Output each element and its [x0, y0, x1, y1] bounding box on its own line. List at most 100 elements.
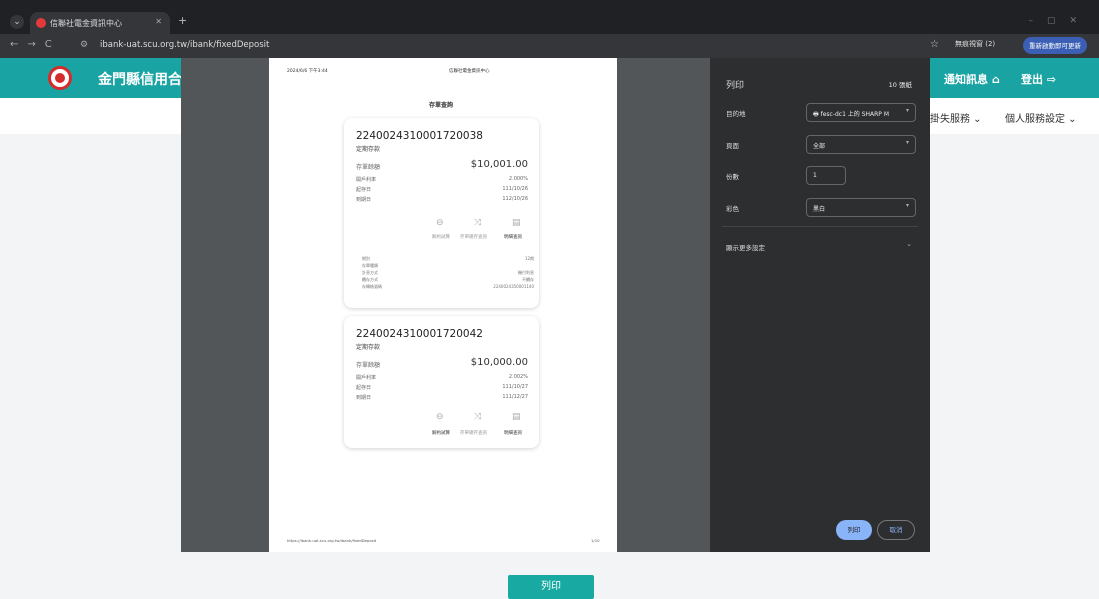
- logout-link[interactable]: 登出 ⇨: [1021, 71, 1056, 87]
- info-value: 111/10/27: [502, 384, 528, 390]
- shuffle-icon[interactable]: ⤨: [474, 412, 481, 422]
- detail-value: 機付利息: [518, 270, 534, 275]
- destination-select[interactable]: 🖶 fesc-dc1 上的 SHARP M ▾: [806, 103, 916, 122]
- destination-label: 目的地: [726, 110, 746, 118]
- info-label: 起存日: [356, 187, 372, 193]
- amount-row: 存單餘額 $10,001.00: [356, 159, 528, 171]
- address-bar: ←→C ⚙ ibank-uat.scu.org.tw/ibank/fixedDe…: [0, 34, 1099, 58]
- color-value: 黑白: [813, 206, 826, 213]
- info-row: 起存日 111/10/26: [356, 186, 528, 193]
- chevron-down-icon[interactable]: ⌄: [906, 240, 912, 248]
- info-value: 112/10/26: [502, 196, 528, 202]
- bookmark-star-icon[interactable]: ☆: [930, 39, 939, 50]
- destination-value: fesc-dc1 上的 SHARP M: [820, 111, 890, 118]
- site-info-icon[interactable]: ⚙: [80, 40, 88, 50]
- info-value: 2.000%: [508, 176, 528, 182]
- document-icon[interactable]: ▤: [512, 412, 521, 422]
- divider: [722, 226, 918, 227]
- deposit-card: 2240024310001720042 定期存款 存單餘額 $10,000.00 …: [344, 316, 539, 448]
- copies-label: 份數: [726, 173, 739, 181]
- url-field[interactable]: ibank-uat.scu.org.tw/ibank/fixedDeposit: [100, 40, 269, 50]
- tab-search-button[interactable]: ⌄: [10, 15, 24, 29]
- amount-value: $10,001.00: [470, 159, 528, 170]
- notice-link[interactable]: 通知訊息 ⌂: [944, 71, 1000, 87]
- window-controls[interactable]: –▢✕: [1028, 16, 1091, 26]
- account-number: 2240024310001720042: [356, 328, 483, 340]
- new-tab-button[interactable]: +: [178, 14, 187, 27]
- page-header-title: 信聯社電金資訊中心: [449, 69, 490, 74]
- menu-personal-settings[interactable]: 個人服務設定 ⌄: [1005, 110, 1077, 125]
- page-date: 2024/6/6 下午3:44: [287, 69, 328, 74]
- action-cancel-calc[interactable]: 解約試算: [432, 234, 450, 240]
- browser-tab[interactable]: 信聯社電金資訊中心 ✕: [30, 12, 170, 34]
- copies-input[interactable]: 1: [806, 166, 846, 185]
- document-icon[interactable]: ▤: [512, 218, 521, 228]
- site-print-button[interactable]: 列印: [508, 575, 594, 599]
- print-title: 列印: [726, 81, 745, 91]
- browser-chrome: ⌄ 信聯社電金資訊中心 ✕ + –▢✕ ←→C ⚙ ibank-uat.scu.…: [0, 0, 1099, 58]
- account-type: 定期存款: [356, 344, 381, 351]
- info-row: 起存日 111/10/27: [356, 384, 528, 391]
- amount-label: 存單餘額: [356, 164, 381, 171]
- preview-page: 2024/6/6 下午3:44 信聯社電金資訊中心 存單查詢 224002431…: [269, 58, 617, 552]
- detail-value: 不續存: [522, 277, 534, 282]
- print-button[interactable]: 列印: [836, 520, 872, 540]
- action-cancel-calc[interactable]: 解約試算: [432, 430, 450, 436]
- page-heading: 存單查詢: [429, 102, 454, 109]
- page-footer-url: https://ibank-uat.scu.org.tw/ibank/fixed…: [287, 538, 377, 543]
- deposit-card: 2240024310001720038 定期存款 存單餘額 $10,001.00 …: [344, 118, 539, 308]
- info-label: 起存日: [356, 385, 372, 391]
- detail-row: 續存方式 不續存: [362, 277, 534, 283]
- info-row: 到期日 111/12/27: [356, 394, 528, 401]
- pages-label: 頁面: [726, 142, 739, 150]
- minus-circle-icon[interactable]: ⊖: [436, 218, 444, 228]
- detail-row: 存單種類: [362, 263, 534, 269]
- action-detail-query[interactable]: 明細查詢: [504, 430, 522, 436]
- info-label: 到期日: [356, 395, 372, 401]
- detail-label: 續存方式: [362, 277, 378, 282]
- tab-bar: ⌄ 信聯社電金資訊中心 ✕ + –▢✕: [0, 10, 1099, 34]
- account-number: 2240024310001720038: [356, 130, 483, 142]
- info-row: 到期日 112/10/26: [356, 196, 528, 203]
- menu-lost-service[interactable]: 掛失服務 ⌄: [930, 110, 982, 125]
- more-settings[interactable]: 顯示更多設定: [726, 242, 765, 252]
- detail-row: 計息方式 機付利息: [362, 270, 534, 276]
- tab-title: 信聯社電金資訊中心: [50, 19, 122, 28]
- print-settings-panel: 列印 10 張紙 目的地 🖶 fesc-dc1 上的 SHARP M ▾ 頁面 全…: [710, 58, 930, 552]
- page-number: 1/10: [591, 538, 600, 543]
- info-label: 開戶利率: [356, 177, 377, 183]
- cancel-button[interactable]: 取消: [877, 520, 915, 540]
- info-row: 開戶利率 2.000%: [356, 176, 528, 183]
- amount-value: $10,000.00: [470, 357, 528, 368]
- account-type: 定期存款: [356, 146, 381, 153]
- bank-logo-icon: [48, 66, 72, 90]
- action-deposit-query[interactable]: 存單總存查詢: [460, 430, 487, 436]
- chevron-down-icon: ▾: [905, 107, 909, 114]
- nav-buttons[interactable]: ←→C: [10, 39, 61, 50]
- shuffle-icon[interactable]: ⤨: [474, 218, 481, 228]
- close-tab-icon[interactable]: ✕: [155, 17, 162, 26]
- detail-label: 存單種類: [362, 263, 378, 268]
- info-label: 到期日: [356, 197, 372, 203]
- detail-value: 12期: [524, 256, 534, 261]
- update-button[interactable]: 重新啟動即可更新: [1023, 37, 1087, 54]
- detail-label: 計息方式: [362, 270, 378, 275]
- pages-select[interactable]: 全部 ▾: [806, 135, 916, 154]
- minus-circle-icon[interactable]: ⊖: [436, 412, 444, 422]
- sheet-count: 10 張紙: [888, 81, 912, 89]
- action-detail-query[interactable]: 明細查詢: [504, 234, 522, 240]
- info-value: 2.002%: [508, 374, 528, 380]
- detail-value: 2240024350001140: [493, 284, 534, 289]
- bank-name: 金門縣信用合: [98, 72, 182, 88]
- pages-value: 全部: [813, 143, 826, 150]
- color-select[interactable]: 黑白 ▾: [806, 198, 916, 217]
- print-dialog: 2024/6/6 下午3:44 信聯社電金資訊中心 存單查詢 224002431…: [181, 58, 930, 552]
- detail-row: 期別 12期: [362, 256, 534, 262]
- action-deposit-query[interactable]: 存單總存查詢: [460, 234, 487, 240]
- detail-label: 存轉帳號碼: [362, 284, 382, 289]
- amount-row: 存單餘額 $10,000.00: [356, 357, 528, 369]
- color-label: 彩色: [726, 205, 739, 213]
- amount-label: 存單餘額: [356, 362, 381, 369]
- profile-button[interactable]: 無痕視窗 (2): [955, 39, 995, 49]
- detail-row: 存轉帳號碼 2240024350001140: [362, 284, 534, 290]
